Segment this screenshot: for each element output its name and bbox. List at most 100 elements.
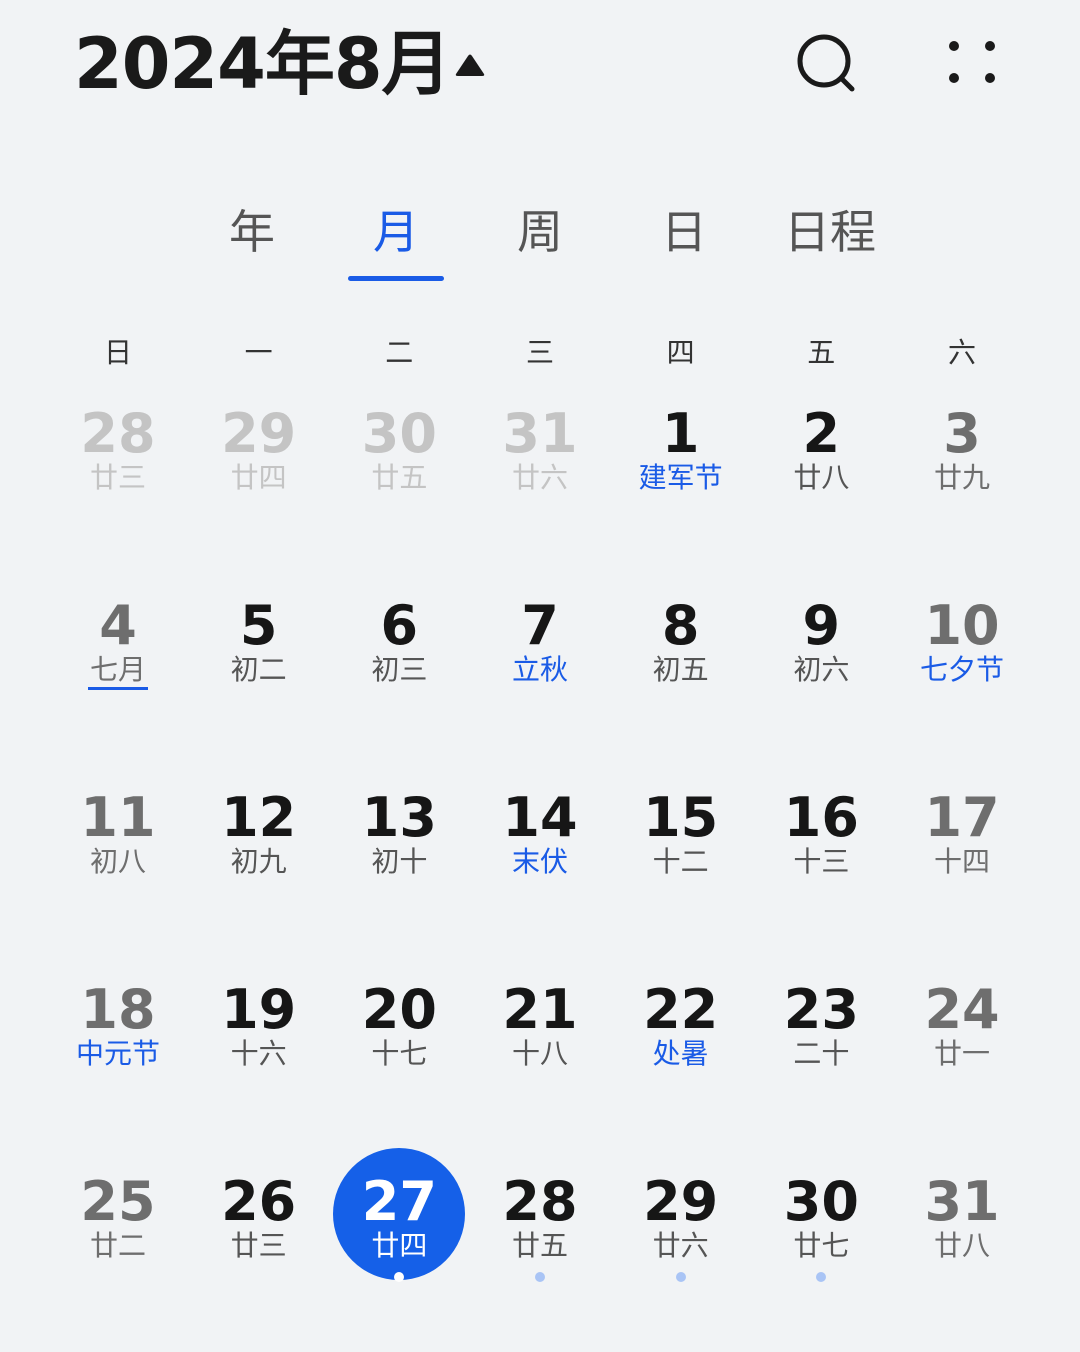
day-cell[interactable]: 24 廿一	[892, 968, 1032, 1160]
day-cell[interactable]: 16 十三	[751, 776, 891, 968]
day-number: 30	[783, 1170, 859, 1233]
day-number: 28	[80, 402, 156, 465]
day-number: 25	[80, 1170, 156, 1233]
day-number: 27	[361, 1170, 437, 1233]
day-cell[interactable]: 15 十二	[611, 776, 751, 968]
lunar-date: 廿三	[89, 461, 146, 494]
day-cell[interactable]: 2 廿八	[751, 392, 891, 584]
day-number: 21	[502, 978, 578, 1041]
day-cell[interactable]: 30 廿七	[751, 1160, 891, 1352]
triangle-up-icon[interactable]	[446, 44, 494, 84]
festival-label: 建军节	[638, 461, 723, 494]
month-title[interactable]: 2024年8月	[74, 22, 452, 106]
day-number: 6	[380, 594, 419, 657]
day-number: 17	[924, 786, 1000, 849]
day-cell[interactable]: 14 末伏	[470, 776, 610, 968]
day-number: 31	[502, 402, 578, 465]
day-cell[interactable]: 29 廿四	[189, 392, 329, 584]
weekday-label: 一	[244, 336, 273, 369]
day-number: 19	[221, 978, 297, 1041]
day-cell[interactable]: 26 廿三	[189, 1160, 329, 1352]
day-number: 29	[221, 402, 297, 465]
calendar-header: 2024年8月	[0, 0, 1080, 130]
event-dot-icon	[675, 1272, 686, 1282]
search-icon[interactable]	[790, 28, 862, 100]
tab-day[interactable]: 日	[614, 190, 754, 280]
lunar-date: 十四	[934, 845, 991, 878]
tab-year[interactable]: 年	[182, 190, 322, 280]
day-cell[interactable]: 17 十四	[892, 776, 1032, 968]
event-dot-icon	[816, 1272, 827, 1282]
festival-label: 七夕节	[920, 653, 1005, 686]
day-cell[interactable]: 28 廿五	[470, 1160, 610, 1352]
day-number: 16	[783, 786, 859, 849]
day-cell[interactable]: 13 初十	[329, 776, 469, 968]
day-number: 22	[643, 978, 719, 1041]
weekday-label: 日	[103, 336, 132, 369]
day-cell[interactable]: 20 十七	[329, 968, 469, 1160]
lunar-date: 廿六	[511, 461, 568, 494]
lunar-date: 廿八	[793, 461, 850, 494]
day-number: 4	[99, 594, 137, 657]
lunar-date: 七月	[89, 653, 146, 686]
lunar-date: 廿七	[793, 1229, 850, 1262]
lunar-date: 初三	[371, 653, 428, 686]
day-cell[interactable]: 31 廿六	[470, 392, 610, 584]
day-cell-today[interactable]: 27 廿四	[329, 1148, 469, 1352]
day-number: 20	[361, 978, 437, 1041]
day-cell[interactable]: 3 廿九	[892, 392, 1032, 584]
day-cell[interactable]: 4 七月	[48, 584, 188, 776]
weekday-label: 二	[385, 336, 414, 369]
lunar-date: 初九	[230, 845, 287, 878]
weekday-label: 六	[947, 336, 976, 369]
lunar-date: 廿五	[371, 461, 428, 494]
weekday-label: 四	[666, 336, 695, 369]
day-cell[interactable]: 28 廿三	[48, 392, 188, 584]
lunar-date: 廿九	[934, 461, 991, 494]
event-dot-icon	[394, 1272, 405, 1282]
lunar-date: 初二	[230, 653, 287, 686]
day-cell[interactable]: 10 七夕节	[892, 584, 1032, 776]
day-number: 13	[361, 786, 437, 849]
day-cell[interactable]: 29 廿六	[611, 1160, 751, 1352]
weekday-label: 三	[525, 336, 554, 369]
day-cell[interactable]: 30 廿五	[329, 392, 469, 584]
day-number: 12	[221, 786, 297, 849]
day-number: 14	[502, 786, 578, 849]
day-cell[interactable]: 18 中元节	[48, 968, 188, 1160]
tab-month[interactable]: 月	[326, 190, 466, 280]
day-cell[interactable]: 1 建军节	[611, 392, 751, 584]
day-cell[interactable]: 6 初三	[329, 584, 469, 776]
lunar-month-underline	[88, 687, 148, 690]
weekday-header: 日 一 二 三 四 五 六	[48, 328, 1032, 378]
lunar-date: 廿六	[652, 1229, 709, 1262]
lunar-date: 十七	[371, 1037, 428, 1070]
day-number: 10	[924, 594, 1000, 657]
lunar-date: 廿四	[230, 461, 287, 494]
lunar-date: 初六	[793, 653, 850, 686]
day-cell[interactable]: 19 十六	[189, 968, 329, 1160]
day-cell[interactable]: 9 初六	[751, 584, 891, 776]
day-cell[interactable]: 31 廿八	[892, 1160, 1032, 1352]
four-dots-icon[interactable]	[938, 28, 1010, 100]
tab-agenda[interactable]: 日程	[760, 190, 900, 280]
day-cell[interactable]: 7 立秋	[470, 584, 610, 776]
day-cell[interactable]: 5 初二	[189, 584, 329, 776]
day-cell[interactable]: 8 初五	[611, 584, 751, 776]
day-cell[interactable]: 22 处暑	[611, 968, 751, 1160]
view-tabs: 年 月 周 日 日程	[0, 190, 1080, 290]
lunar-date: 二十	[793, 1037, 850, 1070]
day-number: 15	[643, 786, 719, 849]
lunar-date: 廿一	[934, 1037, 991, 1070]
day-cell[interactable]: 11 初八	[48, 776, 188, 968]
festival-label: 立秋	[511, 653, 568, 686]
day-number: 2	[802, 402, 841, 465]
day-number: 3	[943, 402, 981, 465]
day-cell[interactable]: 21 十八	[470, 968, 610, 1160]
day-cell[interactable]: 25 廿二	[48, 1160, 188, 1352]
lunar-date: 十三	[793, 845, 850, 878]
tab-week[interactable]: 周	[470, 190, 610, 280]
day-cell[interactable]: 23 二十	[751, 968, 891, 1160]
day-cell[interactable]: 12 初九	[189, 776, 329, 968]
day-number: 7	[521, 594, 559, 657]
